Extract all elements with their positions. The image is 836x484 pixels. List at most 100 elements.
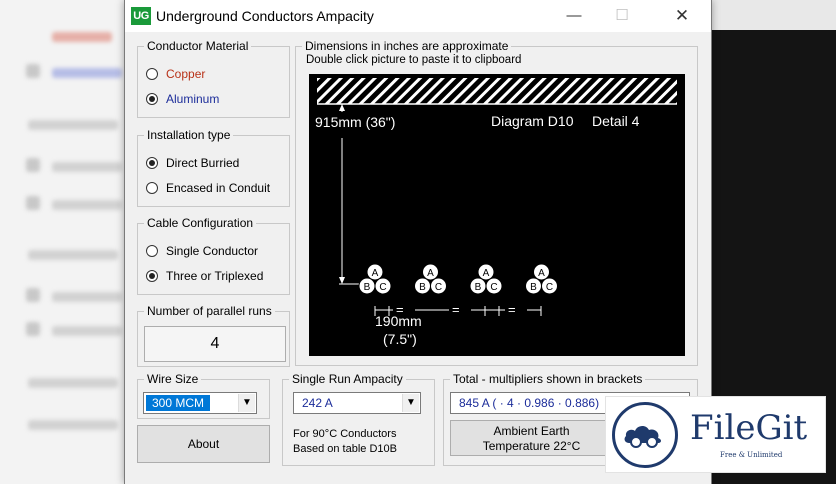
about-button[interactable]: About	[137, 425, 270, 463]
wire-size-select[interactable]: 300 MCM ▼	[143, 392, 257, 414]
diagram-legend: Dimensions in inches are approximate	[302, 39, 512, 53]
diagram-group: Dimensions in inches are approximate Dou…	[295, 39, 698, 366]
diagram-svg: 915mm (36") Diagram D10 Detail 4 AB CAB CA…	[315, 78, 677, 347]
phase-label: B	[530, 282, 537, 293]
radio-single-conductor-label: Single Conductor	[166, 244, 259, 258]
diagram-number-label: Diagram D10	[491, 113, 574, 129]
radio-three-triplexed-circle[interactable]	[146, 270, 158, 282]
radio-three-triplexed-label: Three or Triplexed	[166, 269, 264, 283]
cable-configuration-legend: Cable Configuration	[144, 216, 257, 230]
bg-blur-text	[52, 292, 122, 302]
installation-type-group: Installation type Direct Burried Encased…	[137, 128, 290, 207]
bg-blur-text	[52, 326, 122, 336]
bg-blur-text	[52, 32, 112, 42]
ambient-line-1: Ambient Earth	[493, 424, 570, 438]
ground-surface-hatch	[317, 78, 677, 104]
wire-size-legend: Wire Size	[144, 372, 202, 386]
diagram-legend-line2: Double click picture to paste it to clip…	[306, 54, 522, 66]
close-button[interactable]: ✕	[659, 0, 705, 32]
depth-arrow-down	[339, 277, 345, 284]
radio-copper[interactable]: Copper	[146, 66, 205, 82]
equal-sign: =	[452, 302, 460, 317]
single-run-group: Single Run Ampacity 242 A ▼ For 90°C Con…	[282, 372, 435, 466]
radio-encased-conduit-circle[interactable]	[146, 182, 158, 194]
phase-label: C	[435, 282, 442, 293]
filegit-logo-icon	[612, 402, 678, 468]
chevron-down-icon[interactable]: ▼	[238, 394, 255, 412]
total-value: 845 A ( · 4 · 0.986 · 0.886)	[459, 396, 600, 410]
cable-triplex: AB C	[358, 263, 392, 295]
diagram-legend-line1: Dimensions in inches are approximate	[305, 39, 509, 53]
bg-blur-text	[52, 162, 122, 172]
depth-label: 915mm (36")	[315, 114, 395, 130]
radio-three-triplexed[interactable]: Three or Triplexed	[146, 268, 263, 284]
filegit-watermark: FileGit Free & Unlimited	[605, 396, 826, 473]
radio-direct-burried-label: Direct Burried	[166, 156, 240, 170]
minimize-button[interactable]: —	[551, 0, 597, 32]
installation-type-legend: Installation type	[144, 128, 234, 142]
cable-groups: AB CAB CAB CAB C	[358, 263, 558, 295]
radio-encased-conduit[interactable]: Encased in Conduit	[146, 180, 270, 196]
app-icon: UG	[131, 7, 151, 25]
parallel-runs-value[interactable]: 4	[144, 326, 286, 362]
radio-aluminum-circle[interactable]	[146, 93, 158, 105]
bg-blur-box	[26, 288, 40, 302]
diagram-picture[interactable]: 915mm (36") Diagram D10 Detail 4 ABCABCA…	[309, 74, 685, 356]
phase-label: A	[427, 268, 434, 279]
single-run-select[interactable]: 242 A ▼	[293, 392, 421, 414]
phase-label: B	[419, 282, 426, 293]
phase-label: C	[490, 282, 497, 293]
radio-direct-burried[interactable]: Direct Burried	[146, 155, 239, 171]
parallel-runs-group: Number of parallel runs 4	[137, 304, 290, 367]
ambient-temperature-button[interactable]: Ambient Earth Temperature 22°C	[450, 420, 613, 456]
cable-triplex: AB C	[525, 263, 558, 295]
wire-size-value: 300 MCM	[146, 395, 211, 411]
phase-label: B	[364, 282, 371, 293]
total-legend: Total - multipliers shown in brackets	[450, 372, 646, 386]
spacing-label-in: (7.5")	[383, 331, 417, 347]
cable-triplex: AB C	[469, 263, 503, 295]
wire-size-group: Wire Size 300 MCM ▼	[137, 372, 270, 419]
phase-label: A	[483, 268, 490, 279]
phase-label: A	[538, 268, 545, 279]
conductor-material-group: Conductor Material Copper Aluminum	[137, 39, 290, 118]
single-run-value: 242 A	[302, 396, 333, 410]
bg-blur-text	[28, 378, 118, 388]
filegit-tagline: Free & Unlimited	[720, 451, 783, 459]
detail-label: Detail 4	[592, 113, 640, 129]
cable-configuration-group: Cable Configuration Single Conductor Thr…	[137, 216, 290, 295]
filegit-name: FileGit	[690, 408, 808, 448]
single-run-note-2: Based on table D10B	[293, 443, 397, 455]
title-bar[interactable]: UG Underground Conductors Ampacity — ☐ ✕	[125, 0, 711, 32]
radio-copper-circle[interactable]	[146, 68, 158, 80]
phase-label: B	[475, 282, 482, 293]
single-run-legend: Single Run Ampacity	[289, 372, 406, 386]
window-title: Underground Conductors Ampacity	[156, 8, 374, 24]
phase-label: A	[372, 268, 379, 279]
parallel-runs-legend: Number of parallel runs	[144, 304, 275, 318]
radio-copper-label: Copper	[166, 67, 206, 81]
bg-dark-titlebar	[712, 0, 836, 30]
equal-sign: =	[508, 302, 516, 317]
chevron-down-icon[interactable]: ▼	[402, 394, 419, 412]
radio-direct-burried-circle[interactable]	[146, 157, 158, 169]
maximize-button: ☐	[615, 7, 629, 24]
bg-blur-box	[26, 196, 40, 210]
radio-aluminum-label: Aluminum	[166, 92, 220, 106]
conductor-material-legend: Conductor Material	[144, 39, 252, 53]
single-run-note-1: For 90°C Conductors	[293, 428, 397, 440]
ambient-line-2: Temperature 22°C	[482, 439, 581, 453]
cable-triplex: AB C	[414, 263, 447, 295]
radio-aluminum[interactable]: Aluminum	[146, 91, 219, 107]
bg-blur-text	[52, 200, 122, 210]
phase-label: C	[379, 282, 386, 293]
bg-blur-box	[26, 64, 40, 78]
radio-single-conductor[interactable]: Single Conductor	[146, 243, 258, 259]
phase-label: C	[546, 282, 553, 293]
radio-single-conductor-circle[interactable]	[146, 245, 158, 257]
bg-blur-text	[28, 420, 118, 430]
spacing-label-mm: 190mm	[375, 313, 422, 329]
bg-blur-box	[26, 322, 40, 336]
bg-blur-text	[28, 250, 118, 260]
bg-blur-text	[52, 68, 122, 78]
